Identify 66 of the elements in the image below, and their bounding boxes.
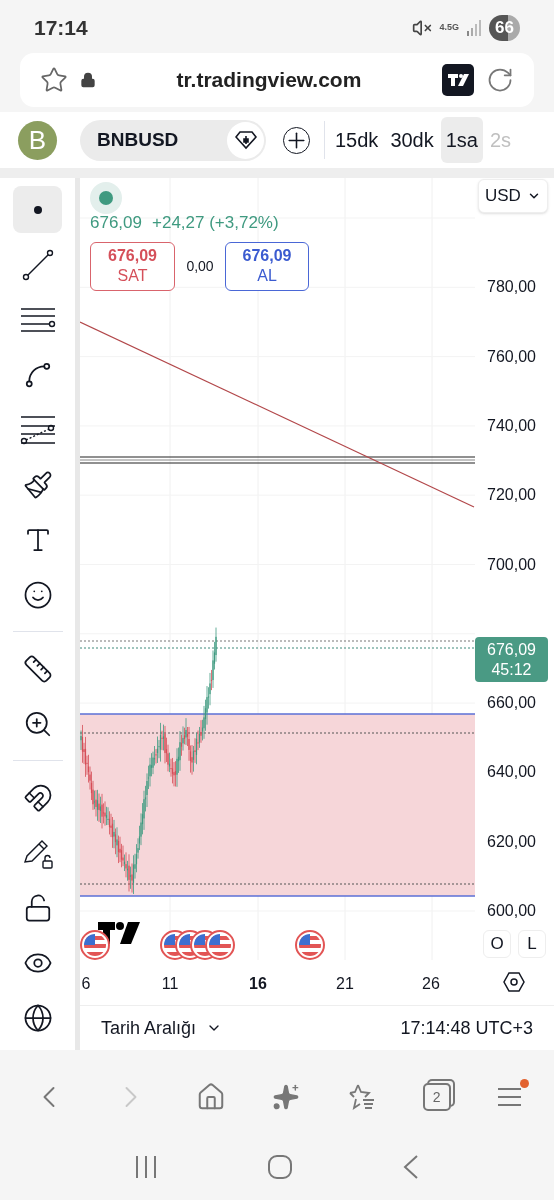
interval-tab[interactable]: 15dk [330,117,384,163]
trend-line[interactable] [80,321,475,508]
price-label: 740,00 [487,415,536,436]
globe-icon [22,1002,53,1033]
price-label: 720,00 [487,485,536,506]
date-label: 26 [422,974,440,994]
price-label: 660,00 [487,693,536,714]
signal-icon [467,20,482,36]
date-label: 21 [336,974,354,994]
fib-lines-icon [19,413,56,446]
scale-button[interactable]: O [483,930,511,958]
brush-icon [22,469,53,500]
spread-value: 0,00 [185,256,215,276]
recent-apps-icon[interactable] [135,1155,158,1179]
diamond-button[interactable] [227,121,264,159]
price-chart[interactable] [80,178,475,960]
price-label: 780,00 [487,277,536,298]
magnet-icon [22,782,53,813]
symbol-search[interactable]: BNBUSD [80,119,266,161]
bookmark-star-icon[interactable] [40,66,68,94]
status-time: 17:14 [34,15,88,42]
date-label: 11 [161,974,179,994]
currency-dropdown[interactable]: USD [478,179,548,213]
back-button-icon[interactable] [402,1155,419,1179]
smiley-icon [22,579,53,610]
horizontal-lines[interactable] [80,456,475,464]
date-label: 16 [249,974,267,994]
home-button-icon[interactable] [268,1155,292,1179]
lock-icon [80,72,96,88]
flag-icon [205,930,235,960]
tradingview-logo [98,922,142,944]
price-label: 600,00 [487,901,536,921]
dot-icon [32,204,43,215]
price-label: 640,00 [487,762,536,783]
flag-icon [295,930,325,960]
price-label: 620,00 [487,831,536,852]
flag-icon [80,930,110,960]
battery-indicator: 66 [489,15,520,41]
url-text: tr.tradingview.com [175,67,363,94]
symbol-text: BNBUSD [97,127,179,152]
price-label: 760,00 [487,346,536,367]
sparkles-icon[interactable] [272,1083,300,1111]
trend-line-icon [20,247,55,282]
clock-text: 17:14:48 UTC+3 [400,1016,533,1040]
scale-button[interactable]: L [518,930,546,958]
address-bar[interactable]: tr.tradingview.com [20,53,534,107]
buy-button[interactable]: 676,09 AL [225,241,309,291]
bookmarks-icon[interactable] [346,1083,377,1111]
interval-tab[interactable]: 1sa [440,117,483,163]
diamond-icon [234,130,257,150]
mute-icon [411,18,432,38]
ruler-icon [22,653,53,684]
last-price-tag: 676,09 45:12 [475,637,548,682]
menu-icon[interactable] [496,1085,523,1109]
date-label: 6 [81,974,91,994]
interval-tab[interactable]: 30dk [385,117,439,163]
price-change: +24,27 (+3,72%) [152,212,279,234]
drawing-tool-button[interactable] [13,186,62,233]
settings-icon[interactable] [503,972,525,992]
date-range-button[interactable]: Tarih Aralığı [101,1014,223,1042]
sell-button[interactable]: 676,09 SAT [90,241,175,291]
price-label: 700,00 [487,554,536,575]
last-price: 676,09 [90,212,142,234]
network-type: 4.5G [439,21,460,35]
reload-icon[interactable] [486,66,514,94]
site-logo-icon[interactable] [442,64,474,96]
